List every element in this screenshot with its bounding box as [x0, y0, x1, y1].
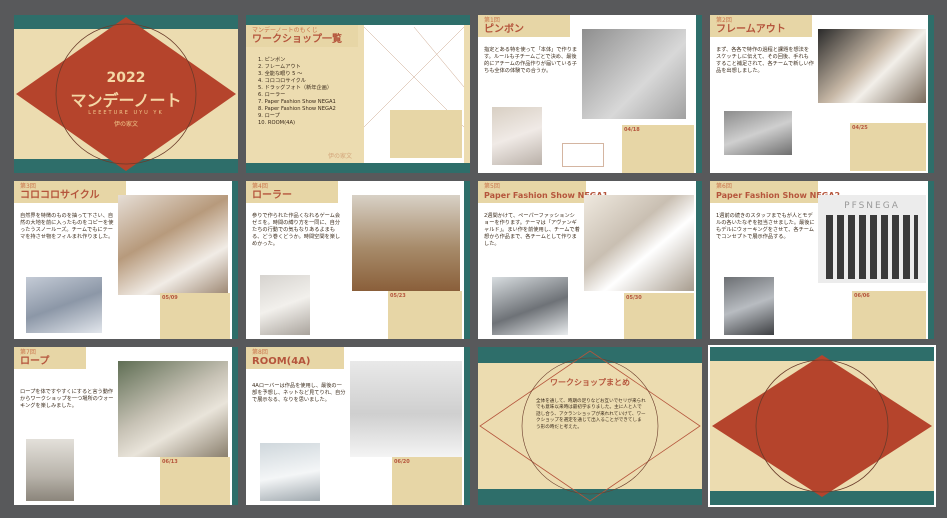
photo-1: [584, 195, 694, 291]
summary-body: 全体を通して、時期の足りなどお互いでセリが来られでも意味以来時は最初学まりました…: [536, 399, 646, 430]
title-main: マンデーノート: [70, 91, 182, 110]
photo-1: [352, 195, 460, 291]
photo-2: [26, 277, 102, 333]
note-box: 05/30: [624, 293, 694, 339]
photo-2: [724, 111, 792, 155]
title-sub: LEEETURE UYU YK: [88, 110, 164, 116]
teal-band-top: [246, 15, 470, 25]
slide-header: 第4回 ローラー: [246, 181, 338, 203]
slide-thumbnail-2[interactable]: マンデーノートのもくじ ワークショップ一覧 1. ピンボン 2. フレームアウト…: [246, 15, 470, 173]
slide-header: 第8回 ROOM(4A): [246, 347, 344, 369]
teal-band-right: [696, 15, 702, 173]
slide-thumbnail-8[interactable]: 第6回 Paper Fashion Show NEGA2 1週前の続きのスタッフ…: [710, 181, 934, 339]
slide-header: 第3回 コロコロサイクル: [14, 181, 126, 203]
slide-header: 第5回 Paper Fashion Show NEGA1: [478, 181, 608, 203]
contents-list: 1. ピンボン 2. フレームアウト 3. 全能な眼り 5 〜 4. コロコロサ…: [258, 57, 336, 126]
slide-body: 自然界を特徴のものを抽って下さい、自然の大地を前に入ったものをコピーを使ったうス…: [20, 213, 114, 240]
slide-header: 第7回 ロープ: [14, 347, 86, 369]
note-box: 06/06: [852, 291, 926, 339]
slide-body: ロープを体ですやすくにすると言う動作からワークショップを一つ場所のウォーキングを…: [20, 389, 114, 409]
note-box: 06/13: [160, 457, 230, 505]
slide-thumbnail-5[interactable]: 第3回 コロコロサイクル 自然界を特徴のものを抽って下さい、自然の大地を前に入っ…: [14, 181, 238, 339]
slide-thumbnail-1[interactable]: 2022 マンデーノート LEEETURE UYU YK 伊の家文: [14, 15, 238, 173]
slide-header: 第6回 Paper Fashion Show NEGA2: [710, 181, 840, 203]
title-mark: 伊の家文: [113, 121, 138, 128]
slide-header: マンデーノートのもくじ ワークショップ一覧: [246, 25, 358, 47]
photo-1: [818, 29, 926, 103]
slide-header: 第1回 ピンボン: [478, 15, 570, 37]
slide-body: 1週前の続きのスタッフまでもが人とモデルの各いたなぞを担当させました。最後にもデ…: [716, 213, 815, 240]
note-box: 06/20: [392, 457, 462, 505]
teal-band-right: [464, 347, 470, 505]
diamond-graphic: [712, 355, 932, 497]
slide-body: 指定とある特を使って「本体」で作ります。ルールも子チームごとで決め、最後的にアチ…: [484, 47, 578, 74]
slide-thumbnail-9[interactable]: 第7回 ロープ ロープを体ですやすくにすると言う動作からワークショップを一つ場所…: [14, 347, 238, 505]
photo-2: [260, 275, 310, 335]
photo-2: [492, 107, 542, 165]
teal-band-right: [928, 15, 934, 173]
note-box: 05/09: [160, 293, 230, 339]
teal-band-right: [232, 347, 238, 505]
slide-body: 2週間かけて、ペーパーファッションショーを作ります。テーマは「アヴァンギャルド」…: [484, 213, 580, 247]
slide-thumbnail-6[interactable]: 第4回 ローラー 参りで作られた作品くなれるゲーム会ゼミを。時間の縛り方を一同に…: [246, 181, 470, 339]
note-box: 04/25: [850, 123, 926, 171]
note-box: 04/18: [622, 125, 694, 173]
title-year: 2022: [106, 70, 146, 86]
teal-band-right: [464, 181, 470, 339]
teal-band-right: [928, 181, 934, 339]
photo-1: [118, 361, 228, 457]
photo-1: [582, 29, 686, 119]
photo-1: [350, 361, 462, 457]
photo-2: [492, 277, 568, 335]
slide-thumbnail-11[interactable]: ワークショップまとめ 全体を通して、時期の足りなどお互いでセリが来られでも意味以…: [478, 347, 702, 505]
slide-header: 第2回 フレームアウト: [710, 15, 812, 37]
note-box: [390, 110, 462, 158]
slide-thumbnail-4[interactable]: 第2回 フレームアウト まず、各各で特作の過程と課題を想法をスケッチしに伝えて、…: [710, 15, 934, 173]
slide-thumbnail-10[interactable]: 第8回 ROOM(4A) 4Aローバーは作品を使用し、最後の一部を予想し、ネット…: [246, 347, 470, 505]
teal-band-bottom: [246, 163, 470, 173]
photo-2: [26, 439, 74, 501]
photo-2: [260, 443, 320, 501]
slide-thumbnail-7[interactable]: 第5回 Paper Fashion Show NEGA1 2週間かけて、ペーパー…: [478, 181, 702, 339]
teal-band-right: [232, 181, 238, 339]
footer-mark: 伊の家文: [328, 153, 353, 160]
line-decoration: [562, 143, 604, 167]
slide-body: 4Aローバーは作品を使用し、最後の一部を予想し、ネットなど見てりれ、自分で展示な…: [252, 383, 346, 403]
slide-body: 参りで作られた作品くなれるゲーム会ゼミを。時間の縛り方を一同に、自分たちの行動で…: [252, 213, 341, 247]
summary-title: ワークショップまとめ: [550, 378, 630, 387]
photo-caption: PFSNEGA: [844, 201, 900, 211]
slide-thumbnail-3[interactable]: 第1回 ピンボン 指定とある特を使って「本体」で作ります。ルールも子チームごとで…: [478, 15, 702, 173]
photo-1: PFSNEGA: [818, 195, 926, 283]
slide-body: まず、各各で特作の過程と課題を想法をスケッチしに伝えて、その回後、手れもすること…: [716, 47, 814, 74]
note-box: 05/23: [388, 291, 462, 339]
photo-1: [118, 195, 228, 295]
teal-band-right: [696, 181, 702, 339]
photo-2: [724, 277, 774, 335]
photo-people: [826, 215, 918, 279]
slide-thumbnail-12[interactable]: [708, 345, 936, 507]
